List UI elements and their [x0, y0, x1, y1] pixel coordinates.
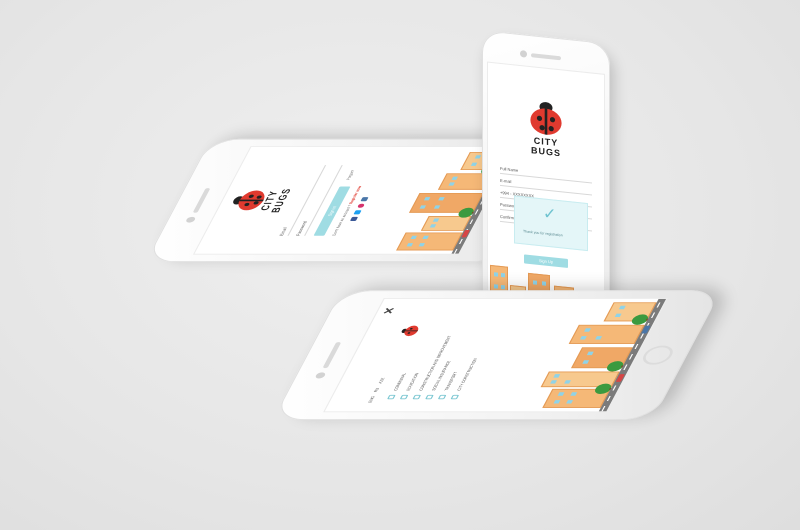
speaker: [322, 342, 342, 369]
full-name-underline: [500, 172, 592, 184]
menu-item-communal[interactable]: COMMUNAL: [393, 373, 407, 391]
menu-screen: ✕ ENG RU AZE COMMUNAL EDUCATION CONSTRUC…: [324, 298, 667, 412]
logo: CITY BUGS: [524, 99, 568, 159]
facebook-icon[interactable]: [349, 216, 359, 221]
camera: [314, 372, 327, 379]
construction-icon: [412, 394, 422, 400]
menu-item-city-construction[interactable]: CITY CONSTRUCTION: [456, 358, 478, 390]
lang-ru[interactable]: RU: [373, 388, 380, 392]
vk-icon[interactable]: [360, 197, 369, 202]
full-name-field[interactable]: Full Name: [500, 166, 518, 173]
home-button[interactable]: [638, 345, 677, 365]
ladybug-logo-icon: [527, 99, 566, 137]
close-icon[interactable]: ✕: [381, 307, 399, 314]
login-screen: CITY BUGS Email Password Sign in Forgot?…: [194, 147, 516, 254]
lang-aze[interactable]: AZE: [378, 378, 386, 384]
city-icon: [450, 394, 460, 400]
speaker: [192, 188, 211, 213]
speaker: [531, 53, 561, 61]
logo: CITY BUGS: [225, 186, 295, 214]
success-message: Thank you for registration: [523, 229, 563, 238]
camera: [520, 49, 527, 58]
forgot-link[interactable]: Forgot?: [346, 170, 356, 180]
register-link[interactable]: Register now: [348, 186, 362, 204]
transport-icon: [437, 394, 447, 400]
education-icon: [399, 394, 409, 400]
instagram-icon[interactable]: [356, 203, 366, 208]
ladybug-logo-icon: [398, 324, 421, 337]
checkmark-icon: ✓: [543, 205, 557, 224]
camera: [184, 216, 197, 223]
lang-eng[interactable]: ENG: [367, 396, 376, 403]
phone-menu: ✕ ENG RU AZE COMMUNAL EDUCATION CONSTRUC…: [272, 290, 722, 420]
communal-icon: [387, 394, 396, 400]
menu-item-education[interactable]: EDUCATION: [406, 373, 420, 391]
success-popup: ✓ Thank you for registration: [514, 195, 588, 252]
email-field[interactable]: E-mail: [500, 178, 511, 184]
twitter-icon[interactable]: [353, 210, 362, 215]
mockup-scene: CITY BUGS Email Password Sign in Forgot?…: [0, 0, 800, 530]
insurance-icon: [425, 394, 434, 400]
